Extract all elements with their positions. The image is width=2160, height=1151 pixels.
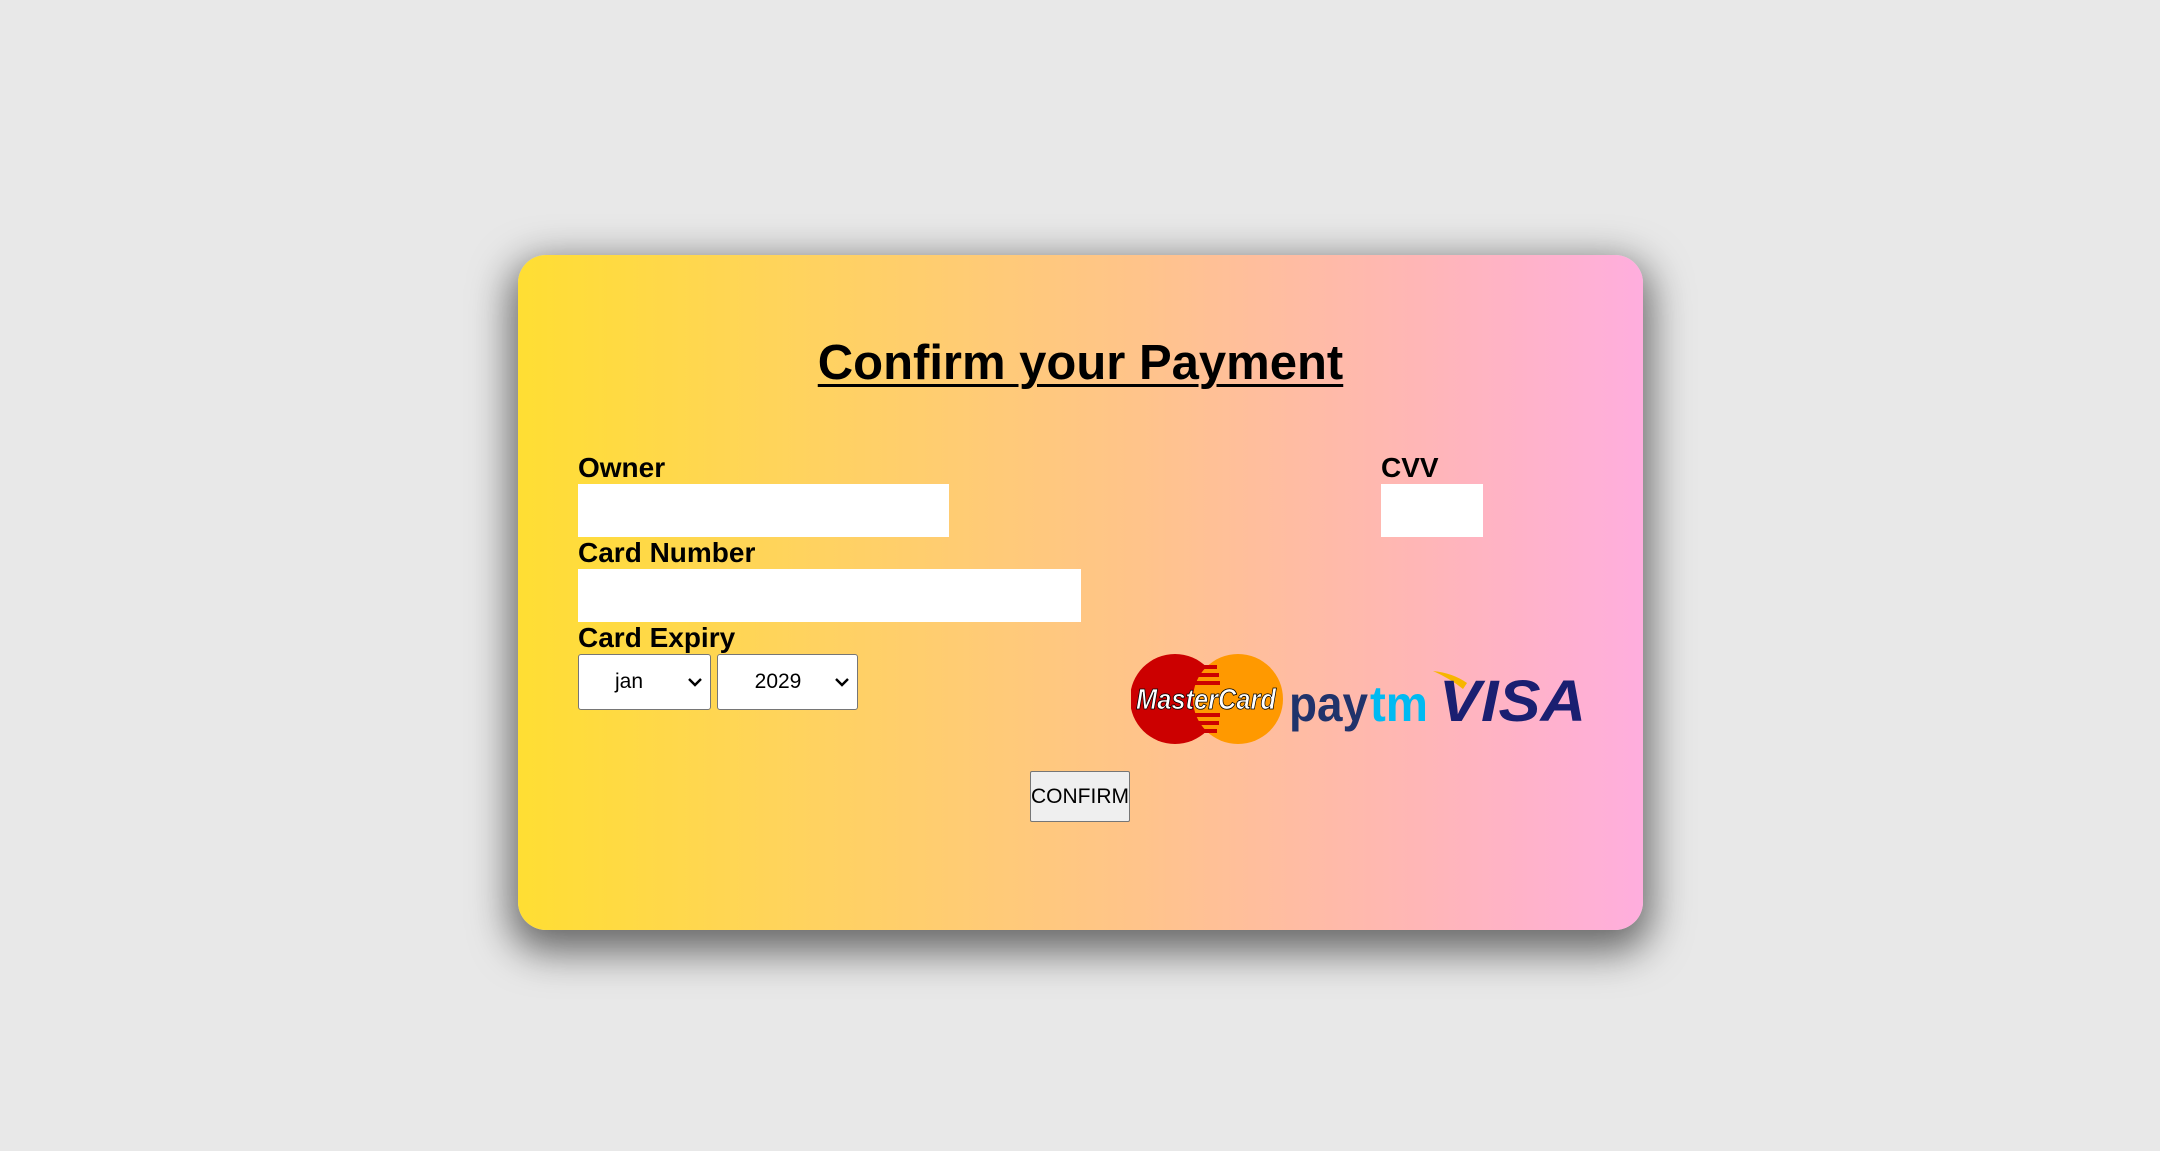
page-title: Confirm your Payment (817, 336, 1344, 390)
owner-input[interactable] (578, 484, 949, 537)
cvv-label: CVV (1381, 452, 1439, 483)
card-number-label: Card Number (578, 537, 756, 568)
paytm-logo: pay tm (1289, 676, 1428, 732)
mastercard-logo-text: MasterCard (1136, 684, 1277, 716)
expiry-year-select[interactable]: 2029 (717, 654, 858, 710)
payment-card: Confirm your Payment Owner CVV Card Numb… (518, 255, 1643, 930)
visa-logo-text: VISA (1439, 669, 1586, 734)
card-number-input[interactable] (578, 569, 1081, 622)
mastercard-logo: MasterCard (1131, 654, 1283, 744)
visa-logo: VISA (1433, 669, 1586, 734)
chevron-down-icon (835, 678, 849, 687)
expiry-month-value: jan (614, 670, 644, 693)
expiry-year-value: 2029 (754, 670, 802, 693)
cvv-input[interactable] (1381, 484, 1483, 537)
paytm-logo-pay-text: pay (1289, 676, 1368, 732)
paytm-logo-tm-text: tm (1370, 676, 1428, 732)
chevron-down-icon (688, 678, 702, 687)
card-expiry-label: Card Expiry (578, 622, 736, 653)
confirm-button[interactable]: CONFIRM (1030, 771, 1130, 822)
expiry-month-select[interactable]: jan (578, 654, 711, 710)
payment-logos: MasterCard pay tm VISA (1131, 654, 1586, 744)
owner-label: Owner (578, 452, 666, 483)
